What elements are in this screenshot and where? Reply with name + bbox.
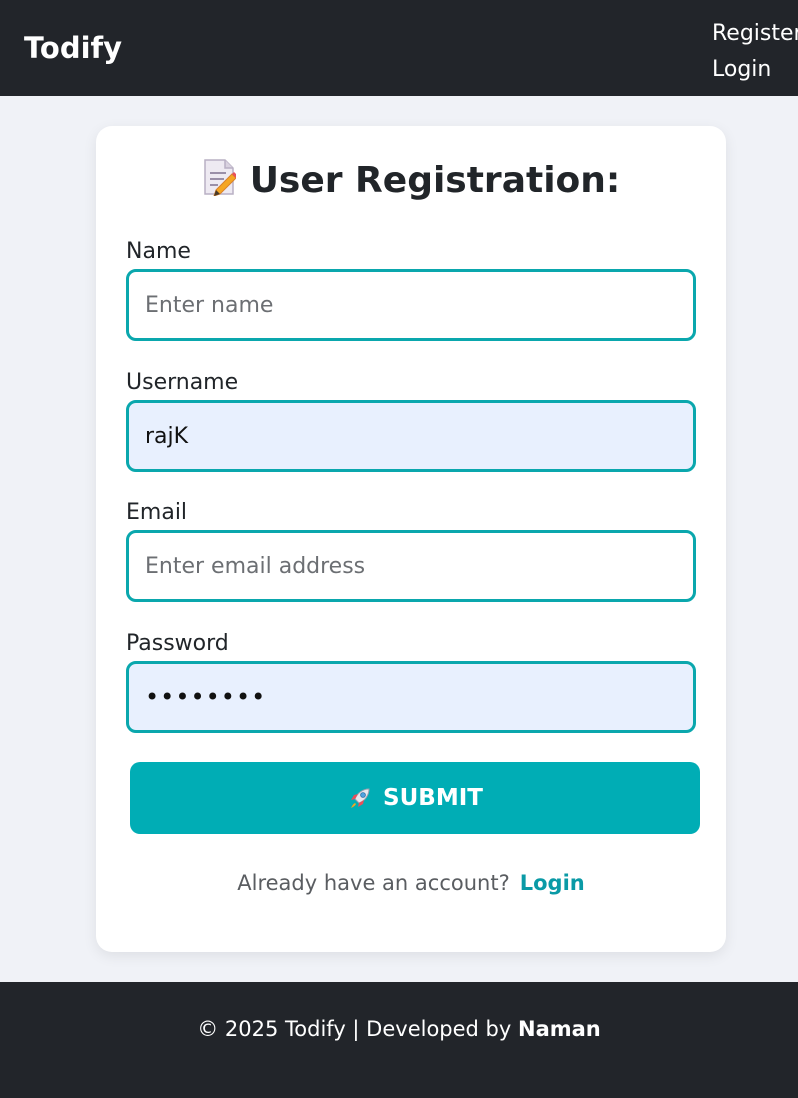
name-label: Name <box>126 239 191 264</box>
memo-icon <box>202 158 238 197</box>
submit-button[interactable]: SUBMIT <box>130 762 700 834</box>
footer: © 2025 Todify | Developed by Naman <box>0 982 798 1098</box>
email-input[interactable] <box>126 530 696 602</box>
submit-button-label: SUBMIT <box>383 785 483 811</box>
username-label: Username <box>126 370 239 395</box>
footer-text: © 2025 Todify | Developed by <box>197 1017 512 1041</box>
email-label: Email <box>126 500 188 525</box>
nav-links: Register Login <box>712 16 798 88</box>
login-prompt: Already have an account? Login <box>96 868 726 898</box>
rocket-icon <box>347 785 373 811</box>
brand-logo[interactable]: Todify <box>24 30 122 66</box>
navbar: Todify Register Login <box>0 0 798 96</box>
nav-link-login[interactable]: Login <box>712 52 798 88</box>
login-link[interactable]: Login <box>520 871 585 895</box>
username-input[interactable] <box>126 400 696 472</box>
nav-link-register[interactable]: Register <box>712 16 798 52</box>
footer-author: Naman <box>518 1017 601 1041</box>
registration-card: User Registration: Name Username Email P… <box>96 126 726 952</box>
login-prompt-text: Already have an account? <box>237 871 510 895</box>
name-input[interactable] <box>126 269 696 341</box>
page-title: User Registration: <box>96 158 726 204</box>
password-input[interactable] <box>126 661 696 733</box>
page-title-text: User Registration: <box>249 160 621 201</box>
password-label: Password <box>126 631 229 656</box>
